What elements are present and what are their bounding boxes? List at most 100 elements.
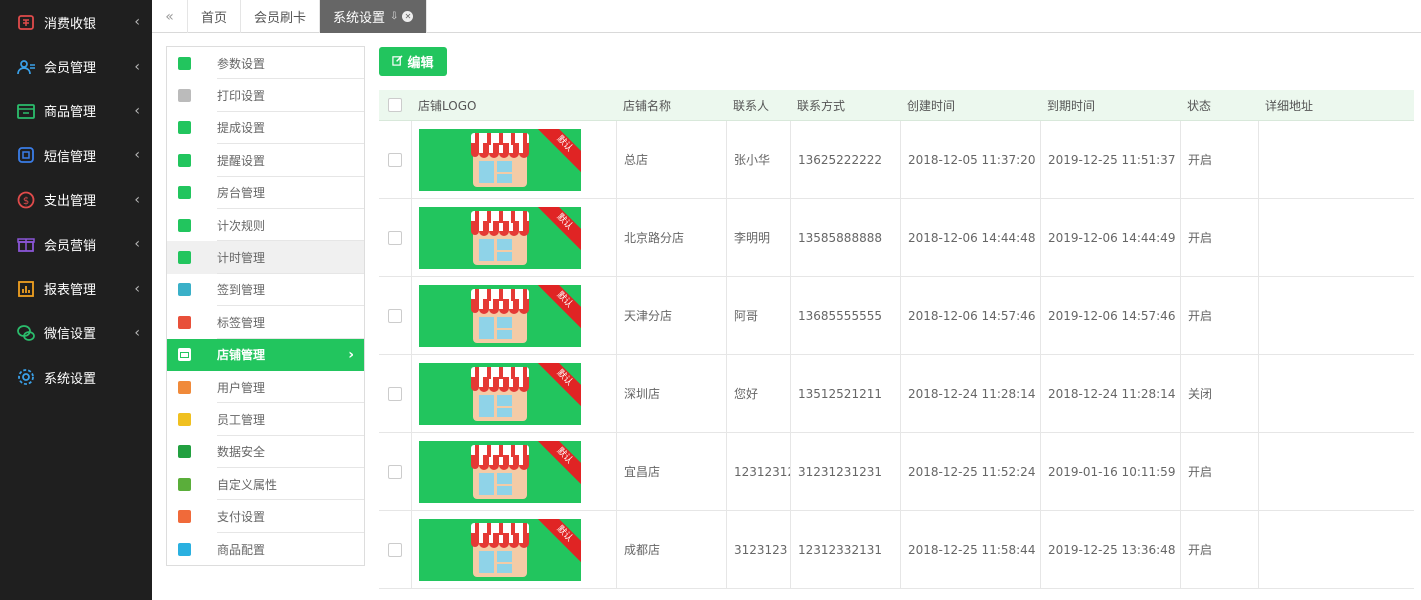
tab-1[interactable]: 会员刷卡 bbox=[241, 0, 321, 33]
settings-menu-item-10[interactable]: 用户管理 bbox=[167, 371, 364, 404]
sidebar-item-0[interactable]: 消费收银 ‹ bbox=[0, 0, 152, 44]
sidebar-item-3[interactable]: 短信管理 ‹ bbox=[0, 133, 152, 177]
store-status: 开启 bbox=[1180, 199, 1258, 276]
settings-menu-item-0[interactable]: 参数设置 bbox=[167, 47, 364, 80]
pin-icon[interactable]: ⇩ bbox=[390, 11, 398, 22]
chevron-left-icon: ‹ bbox=[134, 280, 140, 297]
store-address bbox=[1258, 277, 1414, 354]
header-expires: 到期时间 bbox=[1047, 98, 1096, 113]
settings-menu-item-4[interactable]: 房台管理 bbox=[167, 177, 364, 210]
row-checkbox[interactable] bbox=[388, 542, 402, 557]
settings-menu-item-8[interactable]: 标签管理 bbox=[167, 306, 364, 339]
sidebar-item-label: 短信管理 bbox=[44, 149, 97, 165]
store-expires: 2019-12-06 14:44:49 bbox=[1040, 199, 1180, 276]
tab-label: 会员刷卡 bbox=[254, 11, 307, 26]
sidebar-item-5[interactable]: 会员营销 ‹ bbox=[0, 222, 152, 266]
wechat-icon bbox=[16, 323, 36, 343]
store-contact: 123123123 bbox=[726, 433, 790, 510]
store-phone: 31231231231 bbox=[790, 433, 900, 510]
settings-menu-label: 参数设置 bbox=[217, 47, 364, 80]
table-row[interactable]: 默认 天津分店 阿哥 13685555555 2018-12-06 14:57:46 20… bbox=[379, 277, 1414, 355]
cashier-icon bbox=[16, 12, 36, 32]
settings-menu-item-11[interactable]: 员工管理 bbox=[167, 403, 364, 437]
select-all-checkbox[interactable] bbox=[388, 98, 402, 112]
store-name: 成都店 bbox=[616, 511, 726, 588]
store-logo: 默认 bbox=[419, 284, 581, 347]
settings-menu-label: 签到管理 bbox=[217, 274, 364, 307]
sidebar-item-label: 会员营销 bbox=[44, 238, 97, 254]
room-icon bbox=[178, 186, 191, 200]
default-badge: 默认 bbox=[533, 518, 581, 565]
table-row[interactable]: 默认 成都店 3123123 12312332131 2018-12-25 11:58:… bbox=[379, 511, 1414, 589]
settings-menu-item-6[interactable]: 计时管理 bbox=[167, 241, 364, 275]
store-phone: 13625222222 bbox=[790, 121, 900, 198]
store-phone: 13685555555 bbox=[790, 277, 900, 354]
report-icon bbox=[16, 279, 36, 299]
store-expires: 2018-12-24 11:28:14 bbox=[1040, 355, 1180, 432]
settings-menu-label: 商品配置 bbox=[217, 542, 266, 557]
sms-icon bbox=[16, 145, 36, 165]
settings-menu-label: 支付设置 bbox=[217, 500, 364, 534]
settings-menu-item-1[interactable]: 打印设置 bbox=[167, 79, 364, 113]
edit-icon bbox=[178, 477, 191, 491]
store-name: 北京路分店 bbox=[616, 199, 726, 276]
store-logo: 默认 bbox=[419, 440, 581, 503]
settings-menu-item-9[interactable]: 店铺管理 › bbox=[167, 338, 364, 371]
calendar-icon bbox=[178, 283, 191, 297]
row-checkbox[interactable] bbox=[388, 464, 402, 479]
close-icon[interactable]: ✕ bbox=[402, 11, 414, 22]
tab-0[interactable]: 首页 bbox=[188, 0, 242, 33]
table-row[interactable]: 默认 深圳店 您好 13512521211 2018-12-24 11:28:14 201… bbox=[379, 355, 1414, 433]
tabs-back-button[interactable]: « bbox=[152, 0, 188, 33]
settings-menu-item-3[interactable]: 提醒设置 bbox=[167, 144, 364, 177]
header-name: 店铺名称 bbox=[623, 98, 672, 113]
store-address bbox=[1258, 199, 1414, 276]
commission-icon bbox=[178, 121, 191, 135]
settings-menu-item-7[interactable]: 签到管理 bbox=[167, 274, 364, 307]
header-logo: 店铺LOGO bbox=[418, 98, 477, 113]
settings-menu-item-2[interactable]: 提成设置 bbox=[167, 112, 364, 145]
sidebar-item-2[interactable]: 商品管理 ‹ bbox=[0, 89, 152, 133]
tab-label: 系统设置 bbox=[333, 11, 386, 26]
tab-2[interactable]: 系统设置 ⇩ ✕ bbox=[320, 0, 428, 33]
sidebar-item-4[interactable]: $ 支出管理 ‹ bbox=[0, 178, 152, 222]
row-checkbox[interactable] bbox=[388, 308, 402, 323]
table-row[interactable]: 默认 总店 张小华 13625222222 2018-12-05 11:37:20 201… bbox=[379, 121, 1414, 199]
store-expires: 2019-01-16 10:11:59 bbox=[1040, 433, 1180, 510]
store-created: 2018-12-24 11:28:14 bbox=[900, 355, 1040, 432]
settings-menu-item-14[interactable]: 支付设置 bbox=[167, 500, 364, 534]
table-row[interactable]: 默认 北京路分店 李明明 13585888888 2018-12-06 14:44:48… bbox=[379, 199, 1414, 277]
edit-button[interactable]: 编辑 bbox=[379, 47, 447, 76]
settings-menu-item-12[interactable]: 数据安全 bbox=[167, 436, 364, 469]
sidebar-item-7[interactable]: 微信设置 ‹ bbox=[0, 311, 152, 355]
sidebar-item-6[interactable]: 报表管理 ‹ bbox=[0, 266, 152, 310]
store-phone: 12312332131 bbox=[790, 511, 900, 588]
settings-menu-item-15[interactable]: 商品配置 bbox=[167, 533, 364, 565]
row-checkbox[interactable] bbox=[388, 230, 402, 245]
store-address bbox=[1258, 121, 1414, 198]
clock-icon bbox=[178, 251, 191, 265]
store-contact: 张小华 bbox=[726, 121, 790, 198]
sidebar-item-label: 消费收银 bbox=[44, 16, 97, 32]
store-name: 天津分店 bbox=[616, 277, 726, 354]
header-address: 详细地址 bbox=[1265, 98, 1314, 113]
row-checkbox[interactable] bbox=[388, 386, 402, 401]
settings-menu-item-13[interactable]: 自定义属性 bbox=[167, 468, 364, 501]
gift-icon bbox=[16, 234, 36, 254]
gear-icon bbox=[16, 367, 36, 387]
store-status: 开启 bbox=[1180, 511, 1258, 588]
sidebar-item-8[interactable]: 系统设置 bbox=[0, 355, 152, 399]
store-icon bbox=[178, 348, 191, 362]
settings-menu-item-5[interactable]: 计次规则 bbox=[167, 209, 364, 242]
params-icon bbox=[178, 56, 191, 70]
row-checkbox[interactable] bbox=[388, 152, 402, 167]
list-icon bbox=[178, 218, 191, 232]
table-row[interactable]: 默认宜昌店123123123312312312312018-12-25 11:5… bbox=[379, 433, 1414, 511]
sidebar-item-label: 系统设置 bbox=[44, 371, 97, 387]
store-name: 深圳店 bbox=[616, 355, 726, 432]
store-address bbox=[1258, 355, 1414, 432]
default-badge: 默认 bbox=[533, 128, 581, 175]
store-expires: 2019-12-25 11:51:37 bbox=[1040, 121, 1180, 198]
table-header: 店铺LOGO 店铺名称 联系人 联系方式 创建时间 到期时间 状态 详细地址 bbox=[379, 90, 1414, 121]
sidebar-item-1[interactable]: 会员管理 ‹ bbox=[0, 44, 152, 88]
